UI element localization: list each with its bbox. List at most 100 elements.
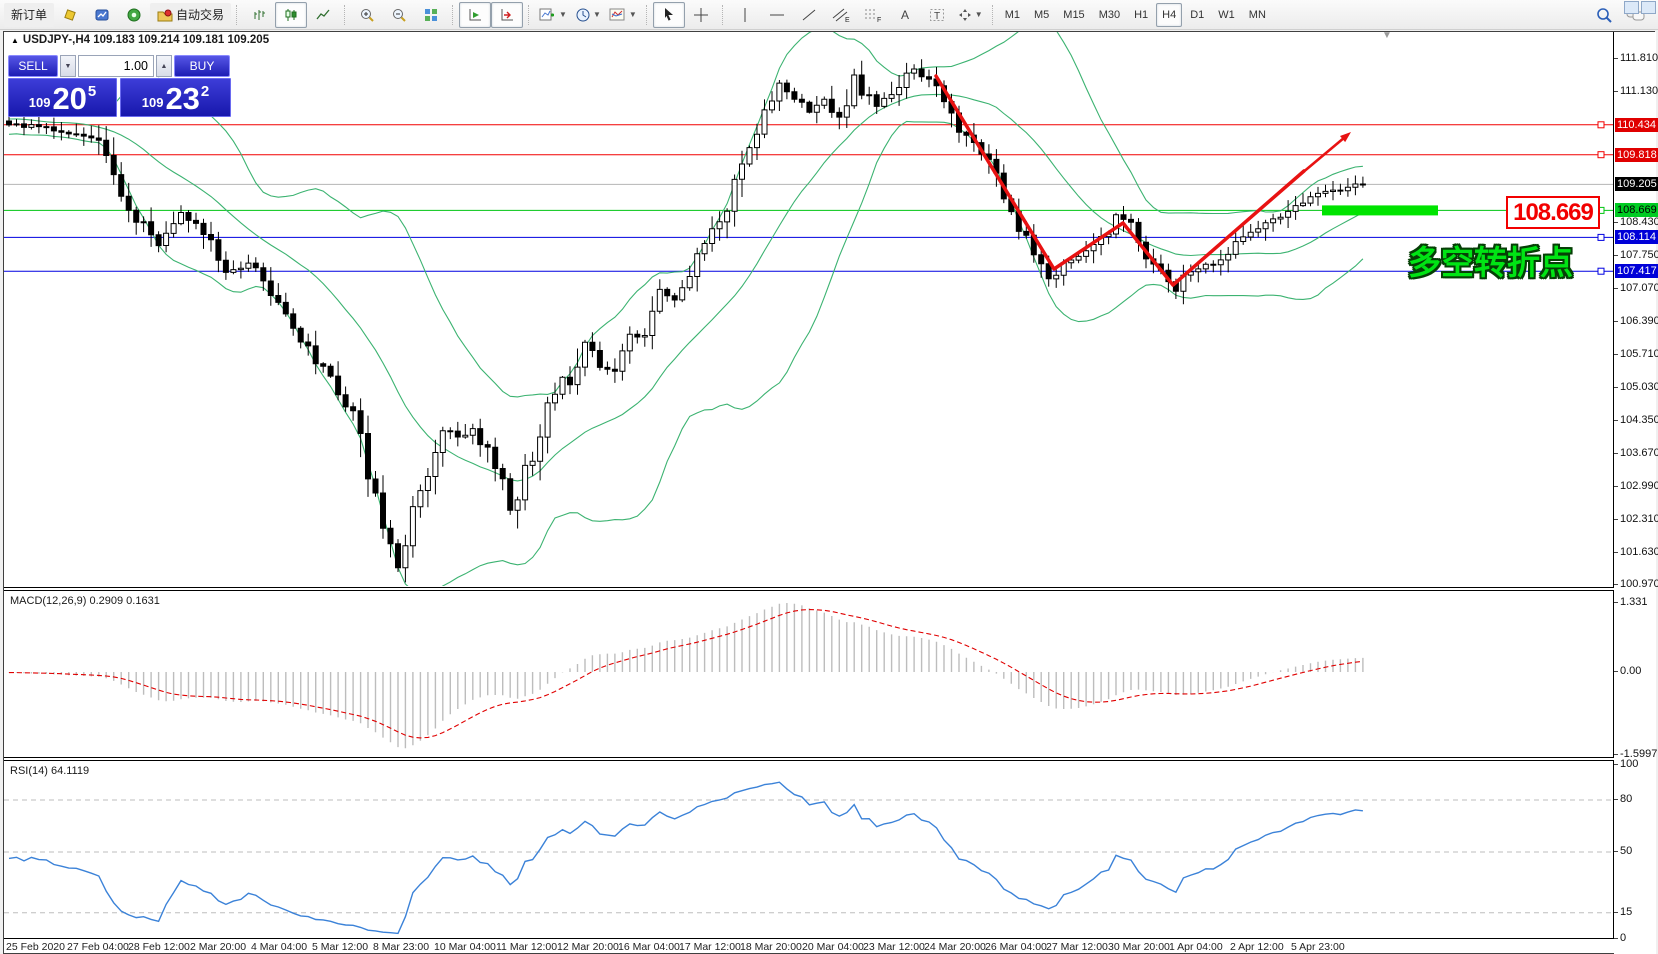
price-level-callout[interactable]: 108.669 (1506, 196, 1600, 229)
svg-text:A: A (901, 8, 909, 22)
svg-text:F: F (877, 17, 881, 23)
buy-price-prefix: 109 (142, 95, 164, 110)
chart-title: ▲ USDJPY-,H4 109.183 109.214 109.181 109… (11, 34, 269, 46)
rsi-pane[interactable]: RSI(14) 64.1119 (4, 760, 1614, 939)
main-toolbar: 新订单 自动交易 ▼ ▼ ▼ E F A T ▼ M (0, 0, 1658, 30)
buy-price-display[interactable]: 109 23 2 (120, 78, 231, 117)
vertical-line-icon[interactable] (729, 2, 761, 28)
new-order-button[interactable]: 新订单 (4, 3, 54, 27)
time-tick: 2 Apr 12:00 (1230, 941, 1284, 953)
timeframe-m15[interactable]: M15 (1057, 3, 1090, 27)
rsi-tick: 15 (1620, 905, 1632, 919)
restore-window-icon[interactable] (1641, 1, 1656, 14)
search-icon[interactable] (1588, 2, 1620, 28)
sell-button[interactable]: SELL (8, 55, 58, 77)
price-badge: 108.669 (1615, 203, 1658, 217)
time-tick: 18 Mar 20:00 (740, 941, 802, 953)
time-tick: 12 Mar 20:00 (557, 941, 619, 953)
price-tick: 106.390 (1620, 314, 1658, 328)
separator (528, 5, 530, 25)
separator (992, 5, 994, 25)
shapes-icon[interactable]: ▼ (953, 2, 987, 28)
time-tick: 30 Mar 20:00 (1108, 941, 1170, 953)
svg-text:E: E (845, 17, 850, 23)
trendline-icon[interactable] (793, 2, 825, 28)
timeframe-h4[interactable]: H4 (1156, 3, 1182, 27)
macd-canvas[interactable] (4, 591, 1613, 757)
auto-scroll-icon[interactable] (459, 2, 491, 28)
timeframe-w1[interactable]: W1 (1212, 3, 1241, 27)
time-tick: 28 Feb 12:00 (128, 941, 190, 953)
cursor-icon[interactable] (653, 2, 685, 28)
indicators-icon[interactable]: ▼ (605, 2, 641, 28)
timeframe-m5[interactable]: M5 (1028, 3, 1055, 27)
tile-windows-icon[interactable] (415, 2, 447, 28)
sell-price-display[interactable]: 109 20 5 (8, 78, 117, 117)
price-tick: 105.030 (1620, 380, 1658, 394)
price-badge: 110.434 (1615, 118, 1658, 132)
price-tick: 104.350 (1620, 413, 1658, 427)
time-tick: 5 Apr 23:00 (1291, 941, 1345, 953)
time-tick: 27 Mar 12:00 (1046, 941, 1108, 953)
minimize-window-icon[interactable] (1624, 1, 1639, 14)
price-badge: 109.818 (1615, 148, 1658, 162)
crosshair-icon[interactable] (685, 2, 717, 28)
collapse-arrow-icon[interactable]: ▲ (11, 36, 19, 45)
new-chart-icon[interactable]: ▼ (535, 2, 571, 28)
separator (722, 5, 724, 25)
candlestick-chart-icon[interactable] (275, 2, 307, 28)
price-chart-canvas[interactable] (4, 32, 1613, 586)
price-badge: 109.205 (1615, 177, 1658, 191)
window-buttons[interactable] (1624, 1, 1656, 14)
rsi-tick: 80 (1620, 792, 1632, 806)
timeframe-d1[interactable]: D1 (1184, 3, 1210, 27)
horizontal-line-icon[interactable] (761, 2, 793, 28)
rsi-label: RSI(14) 64.1119 (10, 765, 89, 777)
timeframe-m30[interactable]: M30 (1093, 3, 1126, 27)
equidistant-channel-icon[interactable]: E (825, 2, 857, 28)
macd-pane[interactable]: MACD(12,26,9) 0.2909 0.1631 (4, 590, 1614, 758)
price-tick: 111.810 (1620, 51, 1658, 65)
volume-increase-button[interactable]: ▲ (156, 55, 172, 77)
price-axis[interactable]: 111.810111.130108.430107.750107.070106.3… (1614, 32, 1656, 954)
timeframe-m1[interactable]: M1 (999, 3, 1026, 27)
buy-price-big: 23 (165, 84, 199, 114)
time-axis[interactable]: 25 Feb 202027 Feb 04:0028 Feb 12:002 Mar… (4, 941, 1614, 954)
dropdown-arrow-icon: ▼ (629, 10, 637, 19)
zoom-in-icon[interactable] (351, 2, 383, 28)
line-chart-icon[interactable] (307, 2, 339, 28)
sell-price-prefix: 109 (29, 95, 51, 110)
text-label-icon[interactable]: T (921, 2, 953, 28)
buy-button[interactable]: BUY (174, 55, 230, 77)
auto-trading-button[interactable]: 自动交易 (150, 3, 231, 27)
rsi-tick: 50 (1620, 844, 1632, 858)
chart-shift-marker[interactable]: ▼ (1382, 30, 1392, 41)
rsi-tick: 100 (1620, 757, 1638, 771)
chart-wizard-icon[interactable] (54, 2, 86, 28)
fibonacci-icon[interactable]: F (857, 2, 889, 28)
text-icon[interactable]: A (889, 2, 921, 28)
zoom-out-icon[interactable] (383, 2, 415, 28)
timeframe-h1[interactable]: H1 (1128, 3, 1154, 27)
price-tick: 100.970 (1620, 577, 1658, 591)
chart-shift-icon[interactable] (491, 2, 523, 28)
rsi-tick: 0 (1620, 931, 1626, 945)
chart-title-text: USDJPY-,H4 109.183 109.214 109.181 109.2… (23, 34, 269, 46)
buy-price-sup: 2 (201, 83, 209, 100)
timeframe-mn[interactable]: MN (1243, 3, 1272, 27)
profile-icon[interactable] (86, 2, 118, 28)
period-icon[interactable]: ▼ (571, 2, 605, 28)
rsi-canvas[interactable] (4, 761, 1613, 938)
volume-decrease-button[interactable]: ▼ (60, 55, 76, 77)
price-pane[interactable]: ▲ USDJPY-,H4 109.183 109.214 109.181 109… (4, 32, 1614, 588)
price-tick: 101.630 (1620, 545, 1658, 559)
time-tick: 23 Mar 12:00 (863, 941, 925, 953)
chart-window: ▲ USDJPY-,H4 109.183 109.214 109.181 109… (3, 31, 1655, 954)
time-tick: 16 Mar 04:00 (618, 941, 680, 953)
price-badge: 108.114 (1615, 230, 1658, 244)
time-tick: 26 Mar 04:00 (985, 941, 1047, 953)
time-tick: 17 Mar 12:00 (679, 941, 741, 953)
bar-chart-icon[interactable] (243, 2, 275, 28)
signals-icon[interactable] (118, 2, 150, 28)
volume-input[interactable]: 1.00 (78, 55, 154, 77)
